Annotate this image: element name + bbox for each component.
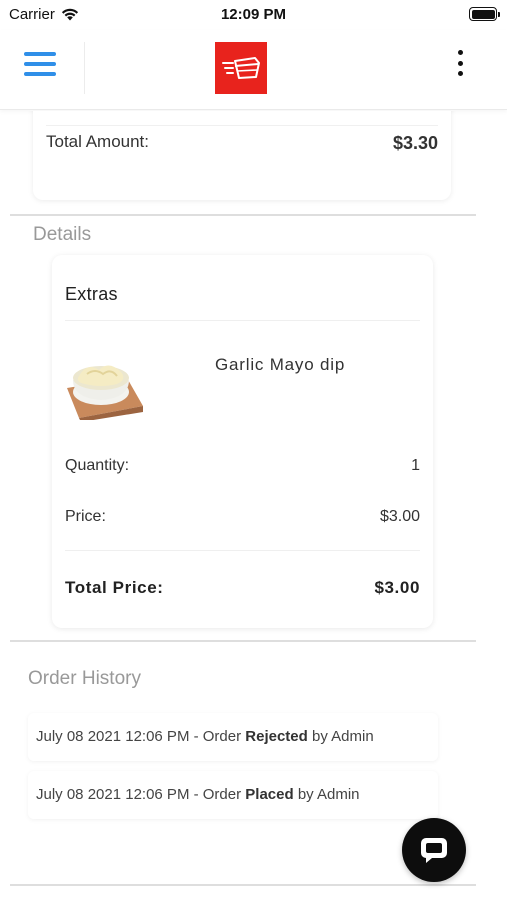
restaurant-logo[interactable] [215,42,267,94]
vertical-more-icon[interactable] [455,50,465,76]
total-price-value: $3.00 [374,578,420,597]
total-amount-label: Total Amount: [46,132,150,151]
history-entry: July 08 2021 12:06 PM - Order Placed by … [28,771,438,819]
details-section-title: Details [33,224,92,245]
item-category-title: Extras [65,284,118,304]
section-divider [10,214,476,216]
top-navigation-bar [0,30,507,110]
takeout-box-icon [222,57,260,79]
order-detail-scroll[interactable]: Total Amount: $3.30 Details Extras Garli… [0,111,507,900]
history-entry-text: July 08 2021 12:06 PM - Order Placed by … [36,786,360,803]
card-divider [65,320,420,321]
quantity-value: 1 [411,457,420,474]
order-history-title: Order History [28,668,141,689]
chat-bubble-icon [421,838,447,863]
price-label: Price: [65,508,106,525]
status-time: 12:09 PM [220,6,287,23]
history-entry-text: July 08 2021 12:06 PM - Order Rejected b… [36,728,374,745]
nav-divider [84,42,85,94]
history-status: Placed [245,786,294,803]
status-bar: Carrier 12:09 PM [0,0,507,30]
section-divider [10,884,476,886]
item-name: Garlic Mayo dip [215,355,346,374]
chat-button[interactable] [402,818,466,882]
total-amount-value: $3.30 [392,133,438,153]
battery-icon [469,7,500,21]
history-status: Rejected [245,728,308,745]
quantity-label: Quantity: [65,457,130,474]
price-value: $3.00 [379,508,420,525]
order-item-card: Extras Garlic Mayo dip Quantity: 1 Price… [52,255,433,628]
summary-divider [46,125,438,126]
order-summary-card: Total Amount: $3.30 [33,111,451,200]
hamburger-menu-icon[interactable] [24,52,56,80]
total-price-label: Total Price: [65,578,164,597]
history-entry: July 08 2021 12:06 PM - Order Rejected b… [28,713,438,761]
section-divider [10,640,476,642]
item-image [65,340,145,420]
card-divider [65,550,420,551]
